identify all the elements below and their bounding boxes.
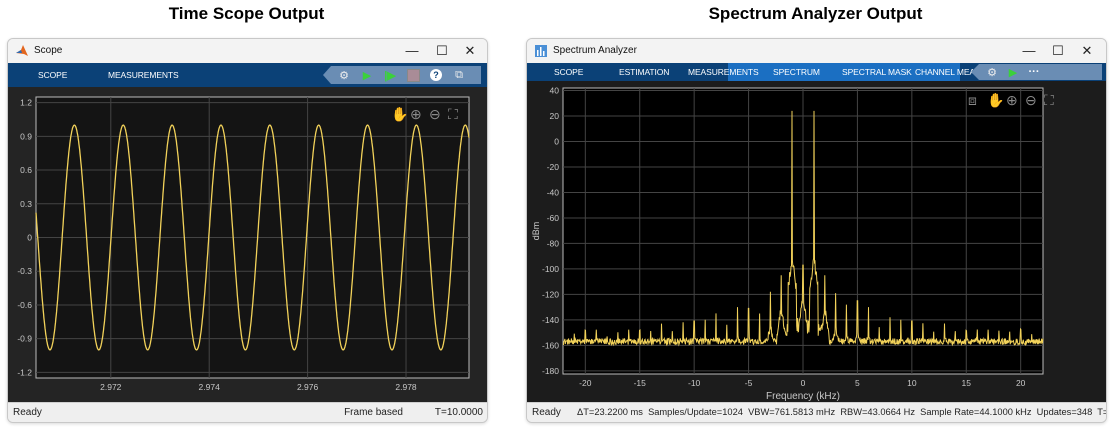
- title-bar: Spectrum Analyzer — ☐ ✕: [527, 39, 1106, 63]
- x-tick-label: -5: [745, 378, 753, 388]
- minimize-button[interactable]: —: [397, 42, 427, 60]
- y-tick-label: -80: [547, 238, 560, 248]
- more-icon[interactable]: ···: [1027, 65, 1041, 79]
- tab-scope[interactable]: SCOPE: [38, 63, 67, 87]
- y-tick-label: -180: [542, 366, 559, 376]
- spectrum-analyzer-logo-icon: [535, 45, 547, 57]
- status-ready: Ready: [532, 407, 561, 418]
- step-forward-icon[interactable]: |▶: [383, 68, 397, 82]
- y-tick-label: 0.6: [20, 165, 32, 175]
- tab-measurements[interactable]: MEASUREMENTS: [688, 63, 759, 81]
- status-ready: Ready: [13, 407, 42, 418]
- zoom-fit-icon[interactable]: ⛶: [448, 106, 458, 122]
- x-tick-label: 2.972: [100, 382, 122, 392]
- tab-measurements[interactable]: MEASUREMENTS: [108, 63, 179, 87]
- status-bar: Ready Frame based T=10.0000: [8, 402, 487, 422]
- close-button[interactable]: ✕: [1072, 42, 1102, 60]
- window-title: Spectrum Analyzer: [553, 45, 637, 56]
- pan-icon[interactable]: ✋: [391, 106, 408, 122]
- time-scope-caption: Time Scope Output: [168, 4, 325, 23]
- stop-icon[interactable]: [406, 68, 420, 82]
- spectrum-plot-area: -20 -15 -10 -5 0 5 10 15 20 40 20 0 -20 -40 -60 -80 -100…: [527, 81, 1106, 403]
- zoom-fit-icon[interactable]: ⛶: [1044, 92, 1054, 108]
- y-tick-label: -20: [547, 162, 560, 172]
- x-tick-label: 2.978: [395, 382, 417, 392]
- scope-window: Scope — ☐ ✕ SCOPE MEASUREMENTS ⚙ ▶ |▶ ? …: [7, 38, 488, 423]
- quick-access-toolbar: ⚙ ▶ |▶ ? ⧉: [323, 66, 481, 84]
- y-tick-label: 1.2: [20, 98, 32, 108]
- zoom-out-icon[interactable]: ⊖: [1025, 92, 1037, 108]
- y-tick-label: -60: [547, 213, 560, 223]
- zoom-out-icon[interactable]: ⊖: [429, 106, 441, 122]
- y-axis-label: dBm: [531, 222, 541, 241]
- status-bar: Ready ΔT=23.2200 ms Samples/Update=1024 …: [527, 402, 1106, 422]
- undock-icon[interactable]: ⧉: [452, 68, 466, 82]
- x-tick-label: -20: [579, 378, 592, 388]
- status-time: T=10.0000: [434, 407, 483, 418]
- x-tick-label: -15: [634, 378, 647, 388]
- tab-spectral-mask[interactable]: SPECTRAL MASK: [842, 63, 912, 81]
- tab-estimation[interactable]: ESTIMATION: [619, 63, 669, 81]
- spectrum-plot[interactable]: -20 -15 -10 -5 0 5 10 15 20 40 20 0 -20 -40 -60 -80 -100…: [527, 81, 1106, 403]
- y-tick-label: -40: [547, 187, 560, 197]
- settings-icon[interactable]: ⚙: [337, 68, 351, 82]
- scope-plot-area: 2.972 2.974 2.976 2.978 1.2 0.9 0.6 0.3 0 -0.3 -0.…: [8, 87, 487, 403]
- x-tick-label: 5: [855, 378, 860, 388]
- y-tick-label: 0.9: [20, 131, 32, 141]
- x-tick-label: 10: [907, 378, 917, 388]
- status-details: ΔT=23.2200 ms Samples/Update=1024 VBW=76…: [577, 407, 1107, 417]
- spectrum-analyzer-caption: Spectrum Analyzer Output: [708, 4, 923, 23]
- x-tick-label: -10: [688, 378, 701, 388]
- pan-icon[interactable]: ✋: [987, 92, 1004, 108]
- y-tick-label: -0.6: [17, 300, 32, 310]
- run-icon[interactable]: ▶: [360, 68, 374, 82]
- matlab-logo-icon: [16, 45, 28, 56]
- y-tick-label: -100: [542, 264, 559, 274]
- x-tick-label: 2.976: [297, 382, 319, 392]
- toolstrip: SCOPE MEASUREMENTS ⚙ ▶ |▶ ? ⧉: [8, 63, 487, 87]
- x-axis-label: Frequency (kHz): [766, 391, 840, 402]
- close-button[interactable]: ✕: [455, 42, 485, 60]
- x-tick-label: 20: [1016, 378, 1026, 388]
- status-mode: Frame based: [344, 407, 403, 418]
- window-title: Scope: [34, 45, 63, 56]
- quick-access-toolbar: ⚙ ▶ ···: [971, 64, 1102, 80]
- y-tick-label: 0: [27, 233, 32, 243]
- help-icon[interactable]: ?: [429, 68, 443, 82]
- y-tick-label: 0.3: [20, 199, 32, 209]
- spectrum-analyzer-window: Spectrum Analyzer — ☐ ✕ SCOPE ESTIMATION…: [526, 38, 1107, 423]
- title-bar: Scope — ☐ ✕: [8, 39, 487, 63]
- zoom-box-icon[interactable]: ⧈: [968, 92, 977, 108]
- time-scope-plot[interactable]: 2.972 2.974 2.976 2.978 1.2 0.9 0.6 0.3 0 -0.3 -0.…: [8, 87, 487, 403]
- tab-spectrum[interactable]: SPECTRUM: [773, 63, 820, 81]
- y-tick-label: -120: [542, 289, 559, 299]
- y-tick-label: -1.2: [17, 367, 32, 377]
- zoom-in-icon[interactable]: ⊕: [1006, 92, 1018, 108]
- maximize-button[interactable]: ☐: [1043, 42, 1073, 60]
- y-tick-label: -140: [542, 315, 559, 325]
- zoom-in-icon[interactable]: ⊕: [410, 106, 422, 122]
- run-icon[interactable]: ▶: [1006, 65, 1020, 79]
- minimize-button[interactable]: —: [1014, 42, 1044, 60]
- x-tick-label: 0: [801, 378, 806, 388]
- toolstrip: SCOPE ESTIMATION MEASUREMENTS SPECTRUM S…: [527, 63, 1106, 81]
- y-tick-label: 40: [550, 86, 560, 96]
- x-tick-label: 15: [962, 378, 972, 388]
- tab-scope[interactable]: SCOPE: [554, 63, 583, 81]
- y-tick-label: -0.9: [17, 334, 32, 344]
- maximize-button[interactable]: ☐: [427, 42, 457, 60]
- y-tick-label: -0.3: [17, 266, 32, 276]
- settings-icon[interactable]: ⚙: [985, 65, 999, 79]
- y-tick-label: 20: [550, 111, 560, 121]
- x-tick-label: 2.974: [199, 382, 221, 392]
- y-tick-label: 0: [554, 137, 559, 147]
- y-tick-label: -160: [542, 340, 559, 350]
